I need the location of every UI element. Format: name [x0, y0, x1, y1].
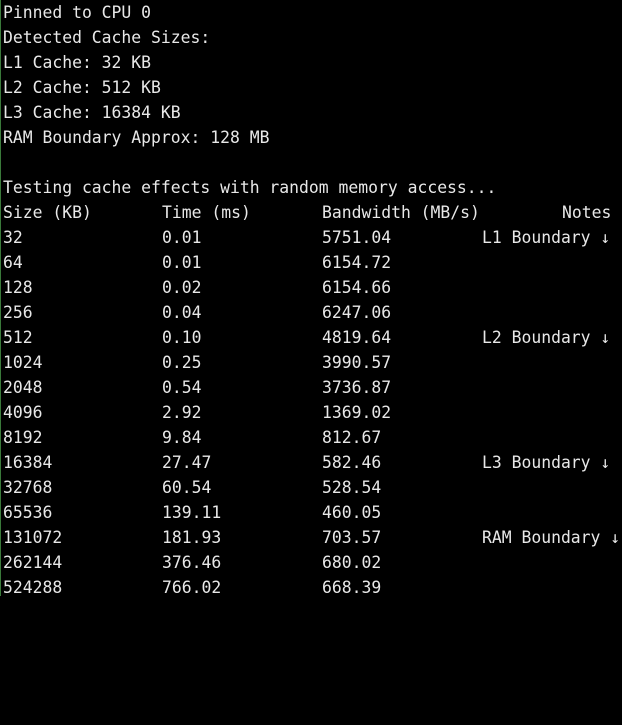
column-header-bandwidth: Bandwidth (MB/s)	[322, 203, 480, 222]
terminal-output[interactable]: Pinned to CPU 0 Detected Cache Sizes: L1…	[0, 0, 622, 597]
table-row: 16384 27.47 582.46 L3 Boundary ↓	[1, 450, 622, 475]
table-row: 262144 376.46 680.02	[1, 550, 622, 575]
cell-bandwidth: 6154.66	[322, 278, 392, 297]
table-row: 32 0.01 5751.04 L1 Boundary ↓	[1, 225, 622, 250]
cell-size: 262144	[3, 553, 63, 572]
cell-bandwidth: 668.39	[322, 578, 382, 597]
cell-bandwidth: 528.54	[322, 478, 382, 497]
cell-note: RAM Boundary ↓	[482, 528, 621, 547]
cell-bandwidth: 680.02	[322, 553, 382, 572]
cell-time: 766.02	[162, 578, 222, 597]
cell-time: 0.01	[162, 253, 202, 272]
table-row: 128 0.02 6154.66	[1, 275, 622, 300]
cell-time: 139.11	[162, 503, 222, 522]
table-row: 2048 0.54 3736.87	[1, 375, 622, 400]
header-line-l3: L3 Cache: 16384 KB	[3, 103, 181, 122]
cell-note: L1 Boundary ↓	[482, 228, 611, 247]
cell-bandwidth: 6154.72	[322, 253, 392, 272]
cell-size: 1024	[3, 353, 43, 372]
cell-bandwidth: 3990.57	[322, 353, 392, 372]
cell-size: 128	[3, 278, 33, 297]
header-line-pinned: Pinned to CPU 0	[3, 3, 152, 22]
cell-bandwidth: 812.67	[322, 428, 382, 447]
cell-bandwidth: 6247.06	[322, 303, 392, 322]
cell-bandwidth: 703.57	[322, 528, 382, 547]
cell-bandwidth: 3736.87	[322, 378, 392, 397]
table-header: Size (KB) Time (ms) Bandwidth (MB/s) Not…	[1, 200, 622, 225]
table-row: 1024 0.25 3990.57	[1, 350, 622, 375]
cell-size: 131072	[3, 528, 63, 547]
table-row: 4096 2.92 1369.02	[1, 400, 622, 425]
header-line-detected: Detected Cache Sizes:	[3, 28, 211, 47]
cell-time: 9.84	[162, 428, 202, 447]
header-line-l1: L1 Cache: 32 KB	[3, 53, 152, 72]
cell-time: 376.46	[162, 553, 222, 572]
table-row: 131072 181.93 703.57 RAM Boundary ↓	[1, 525, 622, 550]
cell-bandwidth: 4819.64	[322, 328, 392, 347]
header-line-ram: RAM Boundary Approx: 128 MB	[3, 128, 270, 147]
cell-size: 16384	[3, 453, 53, 472]
column-header-size: Size (KB)	[3, 203, 92, 222]
cell-note: L2 Boundary ↓	[482, 328, 611, 347]
testing-line: Testing cache effects with random memory…	[3, 178, 497, 197]
cell-time: 0.01	[162, 228, 202, 247]
header-line-l2: L2 Cache: 512 KB	[3, 78, 161, 97]
cell-time: 60.54	[162, 478, 212, 497]
cell-size: 64	[3, 253, 23, 272]
cell-time: 0.02	[162, 278, 202, 297]
cell-size: 524288	[3, 578, 63, 597]
cell-time: 0.25	[162, 353, 202, 372]
table-row: 512 0.10 4819.64 L2 Boundary ↓	[1, 325, 622, 350]
cell-size: 32	[3, 228, 23, 247]
column-header-notes: Notes	[562, 203, 612, 222]
cell-note: L3 Boundary ↓	[482, 453, 611, 472]
cell-time: 181.93	[162, 528, 222, 547]
cell-bandwidth: 5751.04	[322, 228, 392, 247]
cell-size: 4096	[3, 403, 43, 422]
cell-time: 0.04	[162, 303, 202, 322]
cell-bandwidth: 582.46	[322, 453, 382, 472]
cell-size: 256	[3, 303, 33, 322]
cell-time: 0.10	[162, 328, 202, 347]
table-row: 8192 9.84 812.67	[1, 425, 622, 450]
cell-size: 8192	[3, 428, 43, 447]
cell-time: 0.54	[162, 378, 202, 397]
table-row: 64 0.01 6154.72	[1, 250, 622, 275]
cell-size: 65536	[3, 503, 53, 522]
table-row: 65536 139.11 460.05	[1, 500, 622, 525]
column-header-time: Time (ms)	[162, 203, 251, 222]
cell-time: 2.92	[162, 403, 202, 422]
cell-bandwidth: 460.05	[322, 503, 382, 522]
cell-size: 32768	[3, 478, 53, 497]
cell-bandwidth: 1369.02	[322, 403, 392, 422]
table-row: 524288 766.02 668.39	[1, 575, 622, 600]
cell-time: 27.47	[162, 453, 212, 472]
table-row: 256 0.04 6247.06	[1, 300, 622, 325]
cell-size: 512	[3, 328, 33, 347]
cell-size: 2048	[3, 378, 43, 397]
table-row: 32768 60.54 528.54	[1, 475, 622, 500]
